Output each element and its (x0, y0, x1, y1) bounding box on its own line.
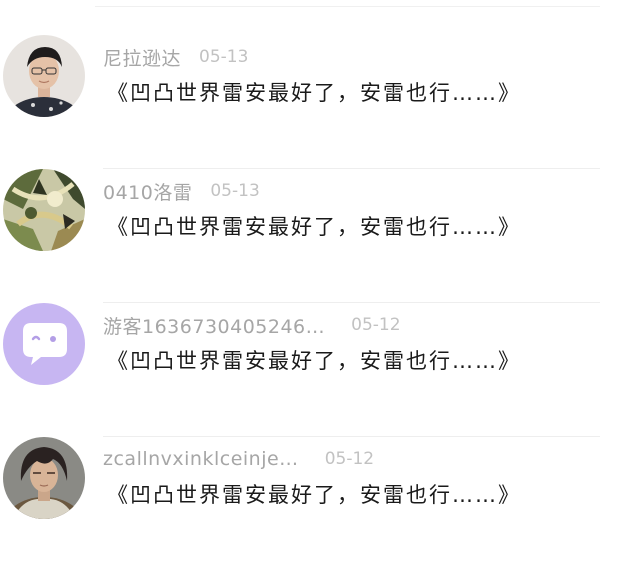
user-photo-avatar-icon (3, 35, 85, 117)
username[interactable]: 尼拉逊达 (103, 44, 181, 71)
comment-item: 0410洛雷 05-13 《凹凸世界雷安最好了，安雷也行……》 (0, 169, 640, 303)
illustration-avatar-icon (3, 169, 85, 251)
username[interactable]: 0410洛雷 (103, 178, 192, 205)
comment-meta: 尼拉逊达 05-13 (103, 43, 248, 71)
comment-meta: 0410洛雷 05-13 (103, 177, 260, 205)
comment-date: 05-13 (210, 181, 260, 201)
comment-text: 《凹凸世界雷安最好了，安雷也行……》 (107, 349, 521, 373)
default-chat-bubble-avatar-icon (3, 303, 85, 385)
user-photo-avatar-icon (3, 437, 85, 519)
username[interactable]: 游客1636730405246… (103, 312, 325, 339)
username[interactable]: zcallnvxinklceinje… (103, 448, 299, 470)
comment-item: 尼拉逊达 05-13 《凹凸世界雷安最好了，安雷也行……》 (0, 35, 640, 169)
top-divider (95, 6, 600, 7)
comment-meta: 游客1636730405246… 05-12 (103, 311, 401, 339)
comment-date: 05-12 (324, 449, 375, 469)
comment-item: zcallnvxinklceinje… 05-12 《凹凸世界雷安最好了，安雷也… (0, 437, 640, 571)
comment-text: 《凹凸世界雷安最好了，安雷也行……》 (107, 483, 521, 507)
avatar[interactable] (3, 437, 85, 519)
comment-meta: zcallnvxinklceinje… 05-12 (103, 445, 374, 473)
comment-date: 05-12 (351, 315, 401, 335)
avatar[interactable] (3, 169, 85, 251)
comment-date: 05-13 (199, 47, 249, 67)
comment-text: 《凹凸世界雷安最好了，安雷也行……》 (107, 215, 521, 239)
avatar[interactable] (3, 35, 85, 117)
comment-item: 游客1636730405246… 05-12 《凹凸世界雷安最好了，安雷也行……… (0, 303, 640, 437)
avatar[interactable] (3, 303, 85, 385)
comment-text: 《凹凸世界雷安最好了，安雷也行……》 (107, 81, 521, 105)
